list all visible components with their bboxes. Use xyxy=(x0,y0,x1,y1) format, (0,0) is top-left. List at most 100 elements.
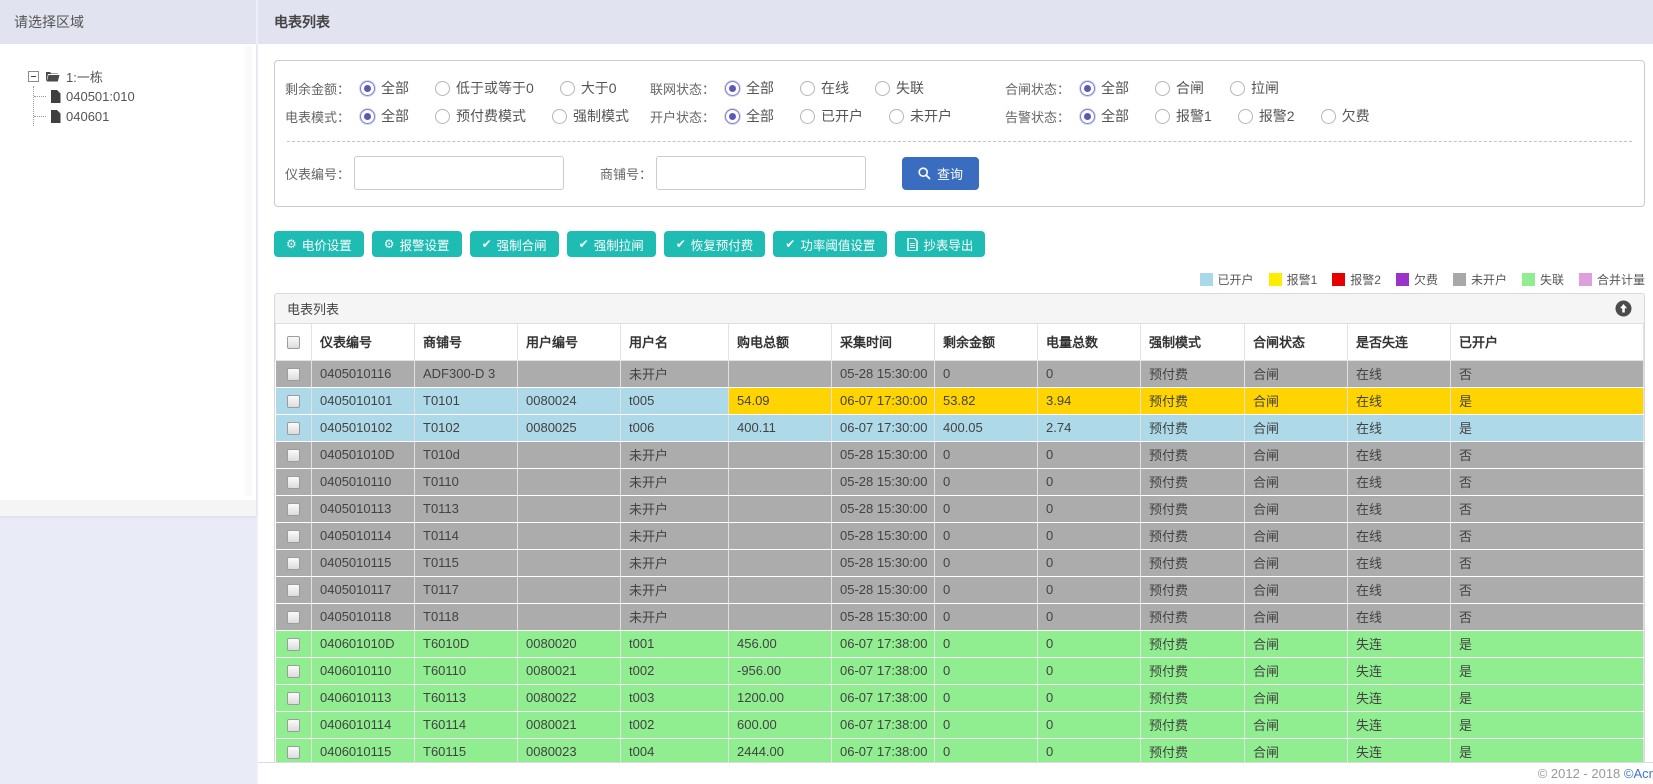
search-button[interactable]: 查询 xyxy=(902,156,980,190)
collapse-up-icon[interactable] xyxy=(1615,300,1632,317)
row-checkbox[interactable] xyxy=(286,746,300,760)
radio-button[interactable] xyxy=(725,108,741,124)
radio-button[interactable] xyxy=(435,80,451,96)
action-button-4[interactable]: ✔ 强制拉闸 xyxy=(566,231,656,257)
radio-button[interactable] xyxy=(1080,108,1096,124)
radio-button[interactable] xyxy=(435,108,451,124)
radio-button[interactable] xyxy=(360,80,376,96)
action-button-3[interactable]: ✔ 强制合闸 xyxy=(469,231,559,257)
column-header[interactable]: 剩余金额 xyxy=(934,324,1038,361)
table-cell xyxy=(517,603,621,631)
column-header[interactable]: 购电总额 xyxy=(728,324,832,361)
row-checkbox-cell xyxy=(275,738,312,762)
radio-button[interactable] xyxy=(552,108,568,124)
radio-option-label[interactable]: 全部 xyxy=(1101,106,1129,126)
row-checkbox[interactable] xyxy=(286,476,300,490)
column-header[interactable]: 仪表编号 xyxy=(311,324,415,361)
radio-button[interactable] xyxy=(1080,80,1096,96)
column-header[interactable]: 是否失连 xyxy=(1347,324,1451,361)
radio-button[interactable] xyxy=(1155,108,1171,124)
column-header[interactable]: 采集时间 xyxy=(831,324,935,361)
tree-root-node[interactable]: 1:一栋 xyxy=(28,66,256,86)
radio-option-label[interactable]: 已开户 xyxy=(821,106,863,126)
row-checkbox[interactable] xyxy=(286,422,300,436)
radio-button[interactable] xyxy=(360,108,376,124)
sidebar-bottom-scrollbar[interactable] xyxy=(0,500,256,516)
row-checkbox[interactable] xyxy=(286,665,300,679)
radio-option-label[interactable]: 全部 xyxy=(746,78,774,98)
radio-option-label[interactable]: 报警2 xyxy=(1259,106,1295,126)
column-header[interactable]: 电量总数 xyxy=(1037,324,1141,361)
row-checkbox[interactable] xyxy=(286,368,300,382)
tree-node-label[interactable]: 040601 xyxy=(66,109,109,124)
radio-option-label[interactable]: 全部 xyxy=(381,78,409,98)
meter-no-input[interactable] xyxy=(354,156,565,190)
tree-node-leaf[interactable]: 040601 xyxy=(34,106,256,126)
column-header[interactable]: 用户编号 xyxy=(517,324,621,361)
shop-no-input[interactable] xyxy=(656,156,867,190)
row-checkbox[interactable] xyxy=(286,692,300,706)
row-checkbox[interactable] xyxy=(286,557,300,571)
column-header[interactable]: 用户名 xyxy=(620,324,729,361)
row-checkbox[interactable] xyxy=(286,395,300,409)
radio-option-label[interactable]: 预付费模式 xyxy=(456,106,526,126)
row-checkbox[interactable] xyxy=(286,530,300,544)
table-cell: 预付费 xyxy=(1140,387,1245,415)
radio-option-label[interactable]: 未开户 xyxy=(910,106,952,126)
radio-option-label[interactable]: 在线 xyxy=(821,78,849,98)
action-button-1[interactable]: ⚙ 电价设置 xyxy=(274,231,364,257)
action-button-5[interactable]: ✔ 恢复预付费 xyxy=(663,231,766,257)
column-header[interactable]: 合闸状态 xyxy=(1244,324,1348,361)
radio-option-label[interactable]: 欠费 xyxy=(1342,106,1370,126)
radio-button[interactable] xyxy=(889,108,905,124)
table-cell: T60114 xyxy=(414,711,518,739)
radio-button[interactable] xyxy=(1237,108,1253,124)
table-cell: 在线 xyxy=(1347,414,1451,442)
radio-option-label[interactable]: 强制模式 xyxy=(573,106,629,126)
legend-item: 未开户 xyxy=(1452,271,1507,288)
action-button-7[interactable]: 抄表导出 xyxy=(895,231,986,257)
radio-option-label[interactable]: 失联 xyxy=(896,78,924,98)
select-all-header-cell xyxy=(275,324,312,361)
radio-option-label[interactable]: 报警1 xyxy=(1176,106,1212,126)
column-header[interactable]: 商铺号 xyxy=(414,324,518,361)
radio-button[interactable] xyxy=(1155,80,1171,96)
row-checkbox[interactable] xyxy=(286,638,300,652)
column-header[interactable]: 强制模式 xyxy=(1140,324,1245,361)
radio-option-label[interactable]: 拉闸 xyxy=(1251,78,1279,98)
row-checkbox[interactable] xyxy=(286,449,300,463)
table-cell xyxy=(517,441,621,469)
row-checkbox[interactable] xyxy=(286,611,300,625)
column-header[interactable]: 已开户 xyxy=(1450,324,1644,361)
action-button-6[interactable]: ✔ 功率阈值设置 xyxy=(773,231,888,257)
radio-button[interactable] xyxy=(800,80,816,96)
row-checkbox[interactable] xyxy=(286,719,300,733)
table-cell: 合闸 xyxy=(1244,711,1348,739)
radio-button[interactable] xyxy=(875,80,891,96)
radio-button[interactable] xyxy=(1230,80,1246,96)
radio-button[interactable] xyxy=(559,80,575,96)
radio-option-label[interactable]: 全部 xyxy=(381,106,409,126)
footer: © 2012 - 2018 ©Acr xyxy=(258,762,1653,784)
radio-button[interactable] xyxy=(1320,108,1336,124)
radio-option-label[interactable]: 大于0 xyxy=(581,78,617,98)
tree-collapse-toggle-icon[interactable] xyxy=(28,70,39,82)
radio-option-label[interactable]: 全部 xyxy=(746,106,774,126)
radio-option-label[interactable]: 合闸 xyxy=(1176,78,1204,98)
radio-option-label[interactable]: 低于或等于0 xyxy=(456,78,534,98)
radio-button[interactable] xyxy=(725,80,741,96)
row-checkbox[interactable] xyxy=(286,584,300,598)
action-button-2[interactable]: ⚙ 报警设置 xyxy=(371,231,462,257)
table-cell: 0405010118 xyxy=(311,603,415,631)
radio-option-label[interactable]: 全部 xyxy=(1101,78,1129,98)
tree-node-leaf[interactable]: 040501:010 xyxy=(34,86,256,106)
tree-node-label[interactable]: 1:一栋 xyxy=(66,67,103,86)
table-cell: 0 xyxy=(1037,468,1141,496)
table-cell: 合闸 xyxy=(1244,603,1348,631)
copyright-link[interactable]: ©Acr xyxy=(1624,766,1653,781)
row-checkbox[interactable] xyxy=(286,503,300,517)
tree-node-label[interactable]: 040501:010 xyxy=(66,89,135,104)
sidebar-scrollbar[interactable] xyxy=(245,46,252,496)
radio-button[interactable] xyxy=(800,108,816,124)
select-all-checkbox[interactable] xyxy=(287,336,300,350)
